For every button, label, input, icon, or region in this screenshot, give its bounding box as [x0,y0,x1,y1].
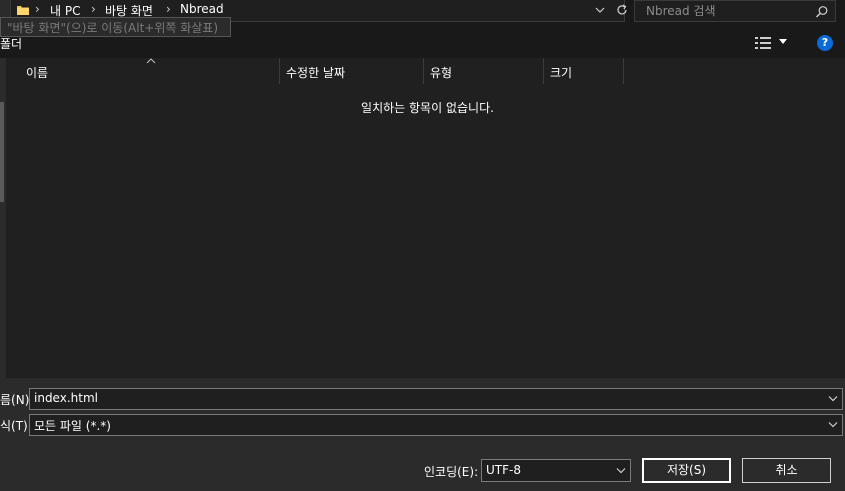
save-button[interactable]: 저장(S) [642,458,731,483]
search-input[interactable] [636,1,811,21]
help-icon[interactable]: ? [817,35,833,51]
empty-list-message: 일치하는 항목이 없습니다. [361,101,494,115]
view-options-icon[interactable] [755,37,771,49]
encoding-value: UTF-8 [486,463,521,477]
column-header-modified[interactable]: 수정한 날짜 [280,58,424,84]
column-header-type[interactable]: 유형 [424,58,544,84]
chevron-down-icon[interactable] [828,421,838,428]
filetype-label: 식(T): [0,419,32,433]
breadcrumb-nbread[interactable]: Nbread [180,2,224,16]
chevron-down-icon[interactable] [616,467,626,474]
save-options-panel: 름(N): index.html 식(T): 모든 파일 (*.*) 인코딩(E… [0,378,845,491]
new-folder-button[interactable]: 폴더 [0,35,22,52]
filetype-select[interactable]: 모든 파일 (*.*) [29,414,843,436]
chevron-right-icon[interactable]: › [91,2,96,16]
search-box[interactable] [634,0,836,22]
column-header-name[interactable]: 이름 [20,58,278,84]
encoding-select[interactable]: UTF-8 [481,459,631,482]
folder-icon [17,6,29,15]
cancel-button[interactable]: 취소 [742,458,831,483]
filename-input[interactable]: index.html [34,391,98,405]
column-header-size[interactable]: 크기 [544,58,622,84]
filetype-value: 모든 파일 (*.*) [34,419,111,433]
navigation-tooltip: "바탕 화면"(으)로 이동(Alt+위쪽 화살표) [0,17,231,37]
column-header-row: 이름 수정한 날짜 유형 크기 [6,58,845,84]
caret-down-icon[interactable] [778,38,788,46]
chevron-right-icon[interactable]: › [35,2,40,16]
filename-combobox[interactable]: index.html [29,388,843,410]
encoding-label: 인코딩(E): [424,465,479,479]
refresh-icon[interactable] [615,3,629,17]
chevron-down-icon[interactable] [593,3,607,17]
chevron-down-icon[interactable] [828,395,838,402]
navigation-scrollbar[interactable] [0,102,4,202]
column-divider[interactable] [623,58,624,84]
file-list-pane: 이름 수정한 날짜 유형 크기 일치하는 항목이 없습니다. [0,58,845,378]
chevron-right-icon[interactable]: › [166,2,171,16]
search-icon[interactable] [815,5,829,19]
